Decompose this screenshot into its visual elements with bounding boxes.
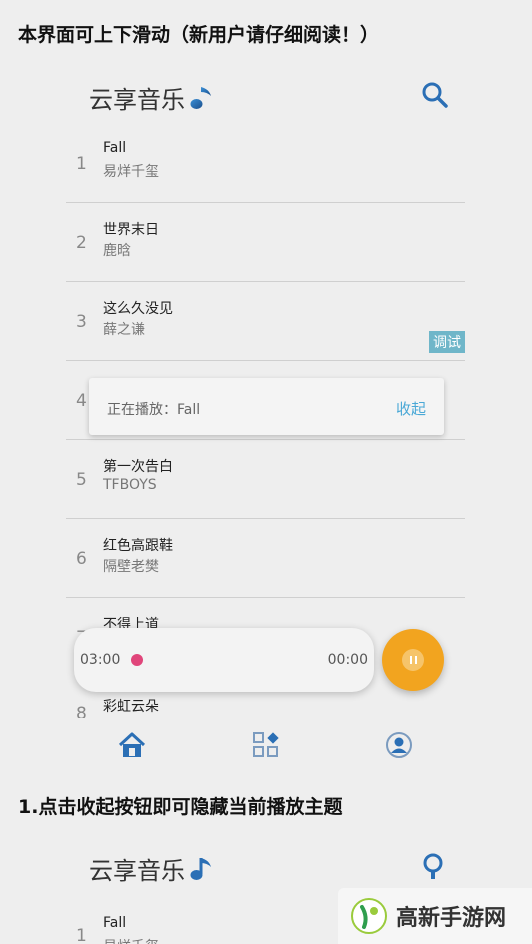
player-bar: 03:00 00:00 [74,628,374,692]
guide-heading-top: 本界面可上下滑动（新用户请仔细阅读！） [18,24,380,46]
song-index: 4 [76,391,87,411]
song-index: 8 [76,704,87,718]
app-title-text: 云享音乐 [89,86,185,114]
apps-icon[interactable] [251,730,281,760]
guide-heading-step1: 1.点击收起按钮即可隐藏当前播放主题 [18,796,343,818]
song-artist: 薛之谦 [103,322,145,338]
song-row[interactable]: 3 这么久没见 薛之谦 [66,282,465,361]
song-index: 1 [76,154,87,174]
song-index: 1 [76,926,87,944]
song-row[interactable]: 2 世界末日 鹿晗 [66,203,465,282]
search-icon[interactable] [420,80,450,110]
watermark-logo-icon [351,898,387,934]
app-title-text: 云享音乐 [89,857,185,885]
now-playing-card: 正在播放：Fall 收起 [89,378,444,435]
app-title-second: 云享音乐 [89,851,217,886]
song-title: Fall [103,140,127,156]
song-title: 世界末日 [103,222,159,238]
search-icon[interactable] [420,850,450,880]
song-row[interactable]: 6 红色高跟鞋 隔壁老樊 [66,519,465,598]
home-icon[interactable] [117,730,147,760]
song-row[interactable]: 5 第一次告白 TFBOYS [66,440,465,519]
watermark: 高新手游网 [338,888,532,944]
song-title: 第一次告白 [103,459,173,475]
pause-icon [402,649,424,671]
profile-icon[interactable] [384,730,414,760]
song-index: 6 [76,549,87,569]
song-index: 3 [76,312,87,332]
progress-handle[interactable] [131,654,143,666]
elapsed-time: 03:00 [80,652,121,668]
song-index: 2 [76,233,87,253]
song-artist: 鹿晗 [103,243,131,259]
now-playing-text: 正在播放：Fall [107,402,201,418]
watermark-text: 高新手游网 [396,906,507,931]
debug-tag[interactable]: 调试 [429,331,465,353]
song-artist: 易烊千玺 [103,164,159,180]
collapse-button[interactable]: 收起 [396,398,426,419]
song-row[interactable]: 1 Fall 易烊千玺 [66,124,465,203]
pause-button[interactable] [382,629,444,691]
music-note-icon [190,857,211,880]
song-artist: 易烊千玺 [103,936,159,944]
song-title: 这么久没见 [103,301,173,317]
song-title: 彩虹云朵 [103,699,159,715]
app-title: 云享音乐 [89,80,217,115]
song-title: Fall [103,915,127,931]
song-index: 5 [76,470,87,490]
song-artist: TFBOYS [103,477,157,493]
music-note-icon [190,86,211,109]
song-title: 红色高跟鞋 [103,538,173,554]
remaining-time: 00:00 [327,652,368,668]
song-artist: 隔壁老樊 [103,559,159,575]
